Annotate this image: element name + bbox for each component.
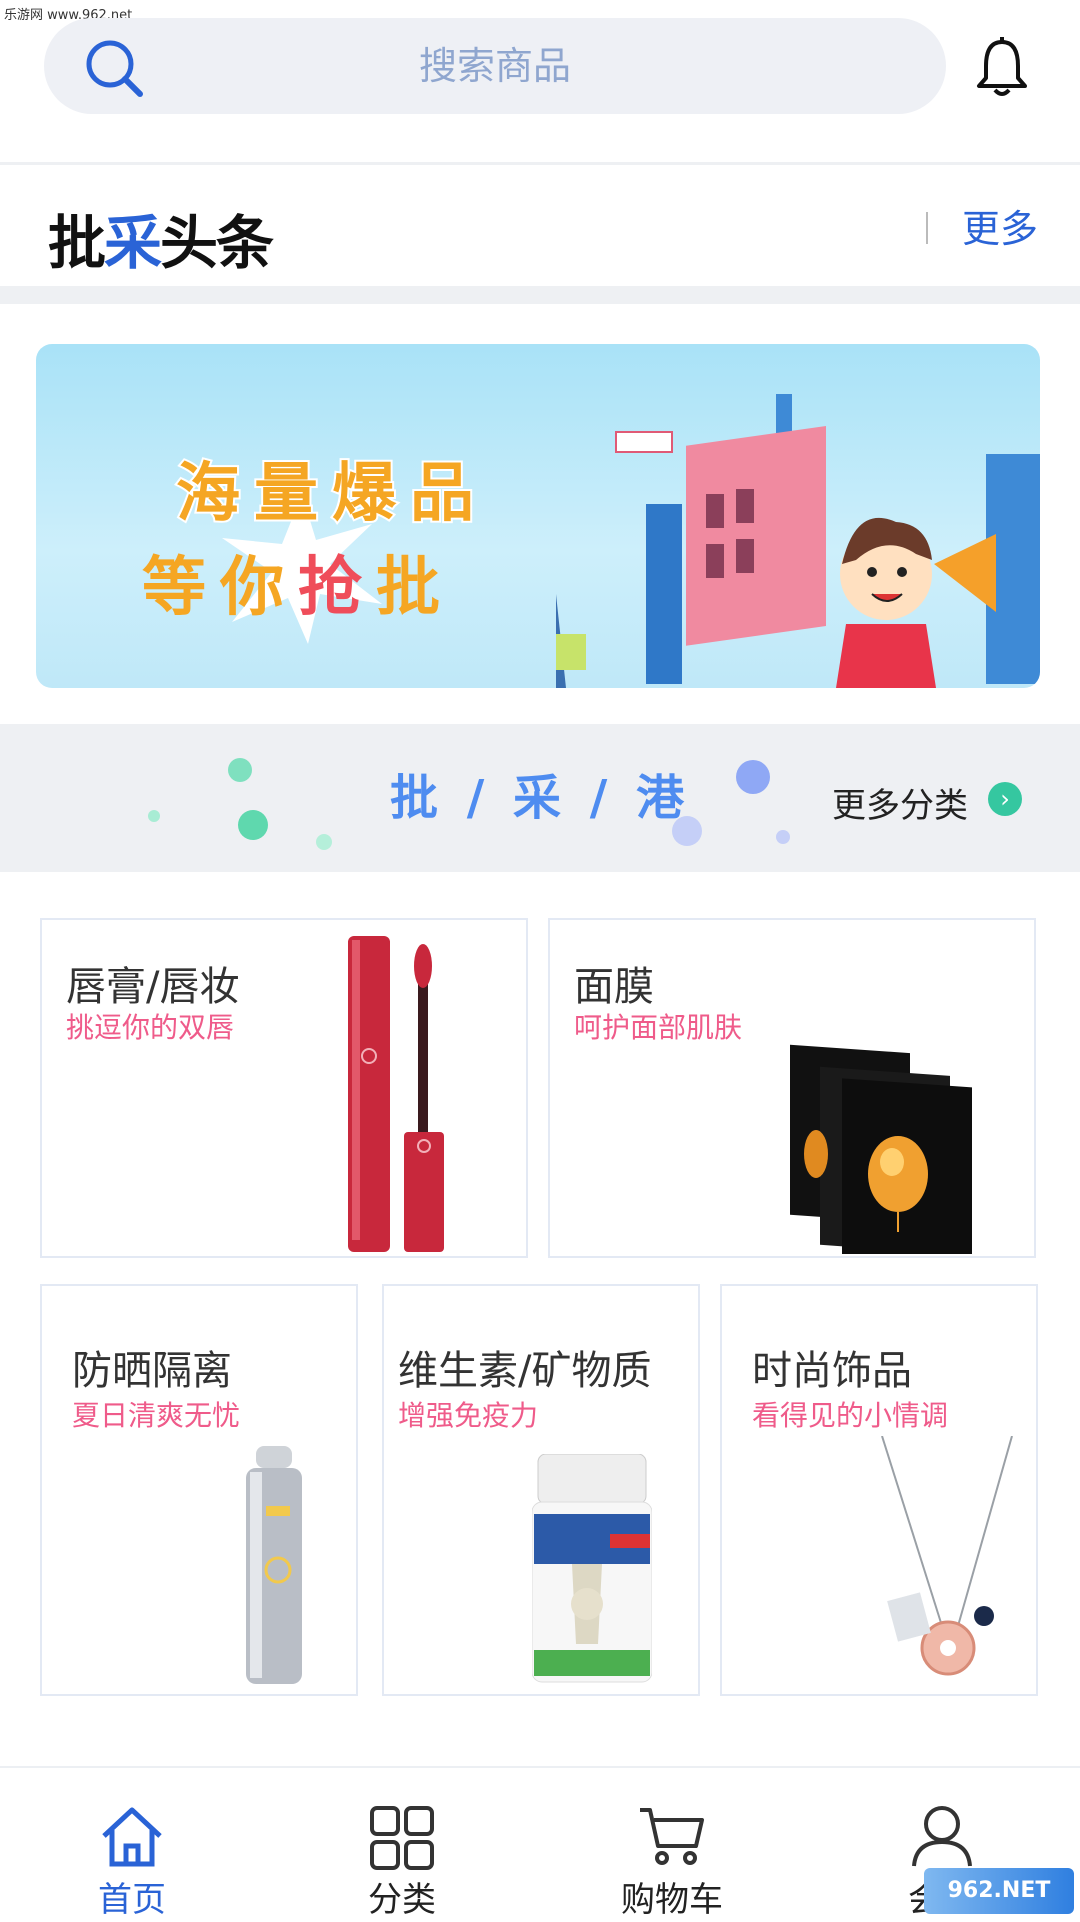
card-title: 维生素/矿物质 <box>398 1348 652 1394</box>
watermark-bottom: 962.NET <box>924 1868 1074 1914</box>
headline-title: 批采头条 <box>48 209 274 277</box>
card-subtitle: 挑逗你的双唇 <box>66 1011 235 1044</box>
search-placeholder: 搜索商品 <box>418 44 571 88</box>
sunscreen-spray-image <box>246 1446 302 1684</box>
search-icon[interactable] <box>84 38 144 98</box>
card-subtitle: 夏日清爽无忧 <box>72 1399 241 1432</box>
nav-label: 分类 <box>368 1880 436 1920</box>
face-mask-image <box>790 1044 972 1254</box>
nav-item-cart[interactable]: 购物车 <box>572 1768 772 1922</box>
headline-more-link[interactable]: 更多 <box>962 198 1038 253</box>
bell-icon[interactable] <box>974 36 1030 98</box>
grid-icon <box>370 1806 434 1870</box>
category-card-accessories[interactable]: 时尚饰品 看得见的小情调 <box>720 1284 1038 1696</box>
card-title: 防晒隔离 <box>72 1348 232 1394</box>
home-icon <box>102 1807 162 1867</box>
bottom-nav: 首页 分类 购物车 会员 <box>0 1766 1080 1922</box>
category-strip: 批 / 采 / 港 更多分类 <box>0 724 1080 872</box>
vitamin-bottle-image <box>532 1454 652 1683</box>
nav-label: 购物车 <box>621 1880 723 1920</box>
card-subtitle: 增强免疫力 <box>398 1399 539 1432</box>
category-card-mask[interactable]: 面膜 呵护面部肌肤 <box>548 918 1036 1258</box>
banner-city-illustration <box>556 394 1040 688</box>
promo-banner[interactable]: 海量爆品 等你抢批 <box>36 344 1040 688</box>
necklace-image <box>881 1436 1013 1676</box>
card-title: 面膜 <box>574 964 654 1010</box>
category-card-sunscreen[interactable]: 防晒隔离 夏日清爽无忧 <box>40 1284 358 1696</box>
more-categories-link[interactable]: 更多分类 <box>832 778 968 827</box>
card-title: 时尚饰品 <box>752 1348 912 1394</box>
category-card-vitamin[interactable]: 维生素/矿物质 增强免疫力 <box>382 1284 700 1696</box>
chevron-right-icon[interactable]: › <box>988 782 1022 816</box>
header-divider <box>0 162 1080 165</box>
card-title: 唇膏/唇妆 <box>66 964 240 1010</box>
card-subtitle: 看得见的小情调 <box>752 1399 949 1432</box>
nav-label: 首页 <box>98 1880 166 1920</box>
section-gap <box>0 286 1080 304</box>
lipstick-image <box>348 936 444 1252</box>
headline-separator <box>926 212 928 244</box>
card-subtitle: 呵护面部肌肤 <box>574 1011 743 1044</box>
user-icon <box>912 1806 972 1867</box>
search-bar[interactable]: 搜索商品 <box>44 18 946 114</box>
banner-headline-1: 海量爆品 <box>174 455 488 533</box>
cart-icon <box>640 1808 704 1865</box>
nav-item-category[interactable]: 分类 <box>302 1768 502 1922</box>
category-card-lips[interactable]: 唇膏/唇妆 挑逗你的双唇 <box>40 918 528 1258</box>
nav-item-home[interactable]: 首页 <box>32 1768 232 1922</box>
banner-headline-2: 等你抢批 <box>142 551 454 625</box>
